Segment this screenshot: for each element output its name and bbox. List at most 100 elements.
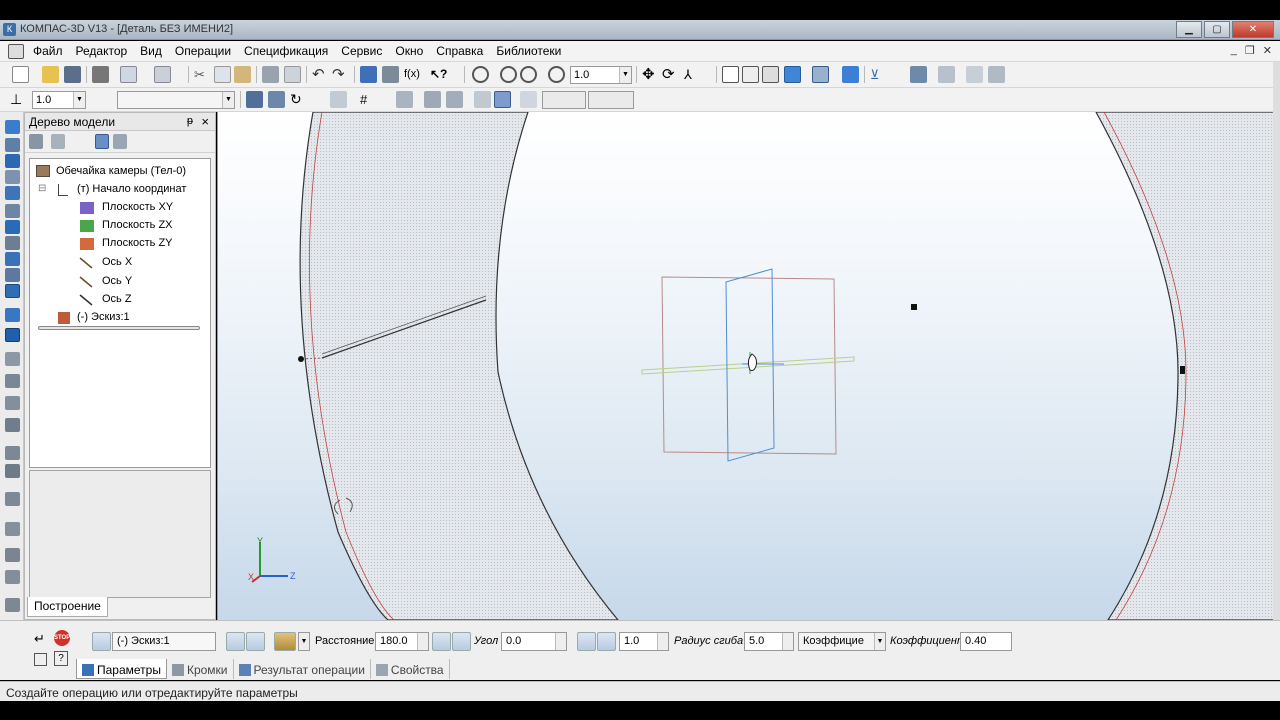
redo-icon[interactable]: ↷ <box>332 66 349 83</box>
tree-node-sketch[interactable]: (-) Эскиз:1 <box>77 311 130 323</box>
manager-icon[interactable] <box>154 66 171 83</box>
right-scrollbar[interactable] <box>1273 62 1280 662</box>
tree-hscrollbar[interactable] <box>38 326 200 330</box>
rotate-icon[interactable]: ⟳ <box>662 66 679 83</box>
coefficient-combo[interactable]: Коэффицие ▼ <box>798 632 886 651</box>
distance-select2-icon[interactable] <box>452 632 471 651</box>
tab-build[interactable]: Построение <box>27 597 108 617</box>
param-icon[interactable] <box>474 91 491 108</box>
orient-icon[interactable] <box>268 91 285 108</box>
hole-icon[interactable] <box>5 418 20 432</box>
local-cs-icon[interactable] <box>246 91 263 108</box>
bend-icon[interactable] <box>5 352 20 366</box>
settings-icon[interactable] <box>988 66 1005 83</box>
help-cursor-icon[interactable]: ↖? <box>430 66 447 83</box>
pan-icon[interactable]: ✥ <box>642 66 659 83</box>
menu-help[interactable]: Справка <box>436 44 483 58</box>
rib-icon[interactable] <box>5 570 20 584</box>
edit-icon[interactable] <box>5 204 20 218</box>
geometry-icon[interactable] <box>5 154 20 168</box>
distance-input[interactable]: 180.0 <box>375 632 429 651</box>
tab-properties[interactable]: Свойства <box>371 659 450 679</box>
layers-icon[interactable] <box>966 66 983 83</box>
surfaces-icon[interactable] <box>5 308 20 322</box>
ortho-icon[interactable] <box>396 91 413 108</box>
sheet-body-icon[interactable] <box>5 328 20 342</box>
report-icon[interactable] <box>938 66 955 83</box>
grid-step-icon[interactable]: ⊥ <box>10 91 27 108</box>
chevron-down-icon[interactable]: ▼ <box>222 92 234 108</box>
bend-radius-input[interactable]: 5.0 <box>744 632 794 651</box>
filter-icon[interactable] <box>382 66 399 83</box>
unfold-icon[interactable] <box>5 464 20 478</box>
menu-libraries[interactable]: Библиотеки <box>496 44 561 58</box>
paste-icon[interactable] <box>234 66 251 83</box>
thickness-dir2-icon[interactable] <box>597 632 616 651</box>
tree-struct-icon[interactable] <box>29 134 43 149</box>
pin-icon[interactable]: ᵽ <box>187 115 193 127</box>
param-mode-icon[interactable] <box>494 91 511 108</box>
chevron-down-icon[interactable]: ▼ <box>298 632 310 651</box>
measure-icon[interactable] <box>910 66 927 83</box>
repeat-icon[interactable]: ↻ <box>290 91 307 108</box>
collapse-icon[interactable]: ⊟ <box>38 183 46 194</box>
maximize-button[interactable]: ▢ <box>1204 21 1230 38</box>
zoom-out-icon[interactable] <box>520 66 537 83</box>
undo-icon[interactable]: ↶ <box>312 66 329 83</box>
angle-input[interactable]: 0.0 <box>501 632 567 651</box>
thickness-dir-icon[interactable] <box>577 632 596 651</box>
edit-part-icon[interactable] <box>5 120 20 134</box>
tree-window-icon[interactable] <box>95 134 109 149</box>
extrude-type-icon[interactable] <box>274 632 296 651</box>
minimize-button[interactable]: ▁ <box>1176 21 1202 38</box>
coords-icon[interactable] <box>446 91 463 108</box>
zoom-scale-icon[interactable] <box>548 66 565 83</box>
tab-edges[interactable]: Кромки <box>167 659 234 679</box>
menu-window[interactable]: Окно <box>395 44 423 58</box>
tree-node-plane-zx[interactable]: Плоскость ZX <box>102 219 173 231</box>
enter-icon[interactable]: ↵ <box>34 631 45 647</box>
zoom-in-icon[interactable] <box>500 66 517 83</box>
stop-icon[interactable]: STOP <box>54 630 70 646</box>
hidden-lines-icon[interactable] <box>742 66 759 83</box>
tab-operation-result[interactable]: Результат операции <box>234 659 371 679</box>
distance-spinner[interactable] <box>417 633 428 650</box>
bend-line-icon[interactable] <box>5 374 20 388</box>
thickness-input[interactable]: 1.0 <box>619 632 669 651</box>
tree-node-plane-xy[interactable]: Плоскость XY <box>102 201 173 213</box>
pointer-icon[interactable] <box>424 91 441 108</box>
tree-node-origin[interactable]: (т) Начало координат <box>77 183 186 195</box>
chevron-down-icon[interactable]: ▼ <box>874 633 885 650</box>
direction-forward-icon[interactable] <box>226 632 245 651</box>
measure-tools-icon[interactable] <box>5 236 20 250</box>
selection-icon[interactable] <box>5 252 20 266</box>
tree-filter-icon[interactable] <box>113 134 127 149</box>
menu-view[interactable]: Вид <box>140 44 162 58</box>
menu-operations[interactable]: Операции <box>175 44 231 58</box>
cut-sheet-icon[interactable] <box>5 446 20 460</box>
close-button[interactable]: ✕ <box>1232 21 1274 38</box>
close-icon[interactable]: × <box>201 114 209 129</box>
bend-radius-spinner[interactable] <box>782 633 793 650</box>
coefficient-input[interactable]: 0.40 <box>960 632 1012 651</box>
cut-icon[interactable]: ✂ <box>194 66 211 83</box>
sheet-metal-icon[interactable] <box>5 284 20 298</box>
copy-icon[interactable] <box>214 66 231 83</box>
open-folder-icon[interactable] <box>42 66 59 83</box>
chevron-down-icon[interactable]: ▼ <box>619 67 631 83</box>
flange-icon[interactable] <box>5 396 20 410</box>
sketch-field[interactable]: (-) Эскиз:1 <box>112 632 216 651</box>
sketch-icon[interactable] <box>5 138 20 152</box>
corner-icon[interactable] <box>5 492 20 506</box>
menu-service[interactable]: Сервис <box>341 44 382 58</box>
step-combo[interactable]: 1.0 ▼ <box>32 91 86 109</box>
snap-icon[interactable] <box>330 91 347 108</box>
stamp-icon[interactable] <box>5 522 20 536</box>
cursor-x-field[interactable] <box>542 91 586 109</box>
zoom-icon[interactable] <box>472 66 489 83</box>
direction-reverse-icon[interactable] <box>246 632 265 651</box>
shaded-icon[interactable] <box>784 66 801 83</box>
sections-icon[interactable]: ⊻ <box>870 66 887 83</box>
tree-toggle-icon[interactable] <box>360 66 377 83</box>
tree-node-axis-y[interactable]: Ось Y <box>102 275 132 287</box>
